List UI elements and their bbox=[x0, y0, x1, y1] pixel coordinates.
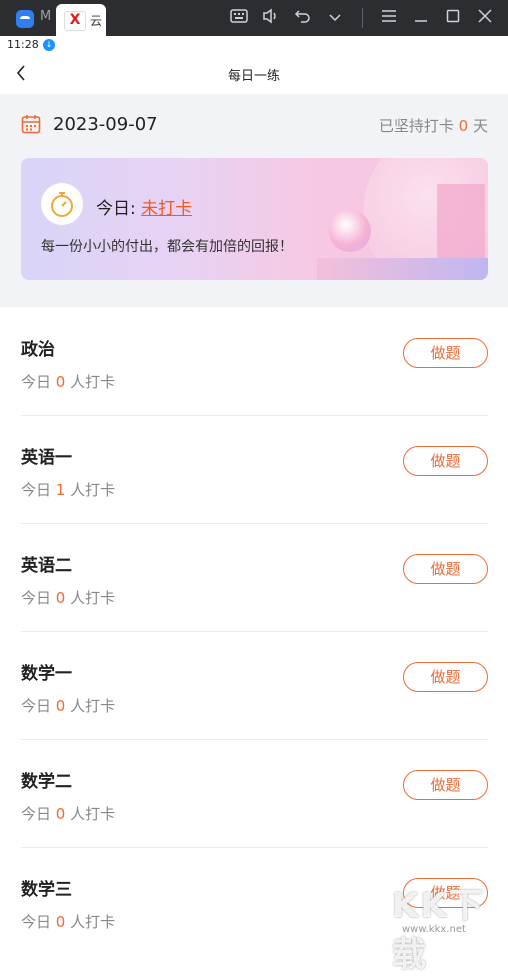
count-number: 0 bbox=[55, 697, 66, 715]
count-suffix: 人打卡 bbox=[70, 589, 116, 607]
chevron-down-icon[interactable] bbox=[324, 8, 346, 28]
emulator-toolbar: M X 云 bbox=[0, 0, 508, 36]
tab-label: M bbox=[40, 9, 52, 24]
calendar-icon bbox=[21, 114, 41, 134]
count-suffix: 人打卡 bbox=[70, 481, 116, 499]
undo-icon[interactable] bbox=[292, 8, 314, 28]
count-suffix: 人打卡 bbox=[70, 805, 116, 823]
today-label: 今日: bbox=[96, 199, 136, 219]
list-item: 政治 今日 0 人打卡 做题 bbox=[21, 307, 488, 416]
count-number: 0 bbox=[55, 805, 66, 823]
subject-name: 英语一 bbox=[21, 448, 72, 468]
current-date: 2023-09-07 bbox=[53, 114, 158, 135]
count-number: 0 bbox=[55, 589, 66, 607]
checkin-count: 今日 0 人打卡 bbox=[21, 371, 115, 392]
minimize-icon[interactable] bbox=[410, 8, 432, 28]
banner-decoration bbox=[317, 258, 488, 280]
count-suffix: 人打卡 bbox=[70, 697, 116, 715]
subject-name: 数学二 bbox=[21, 772, 72, 792]
status-time: 11:28 bbox=[7, 38, 39, 51]
count-prefix: 今日 bbox=[21, 913, 52, 931]
subject-name: 英语二 bbox=[21, 556, 72, 576]
count-prefix: 今日 bbox=[21, 589, 52, 607]
streak-counter: 已坚持打卡 0 天 bbox=[379, 115, 488, 136]
streak-suffix: 天 bbox=[472, 117, 488, 135]
nav-bar: 每日一练 bbox=[0, 54, 508, 94]
stopwatch-icon bbox=[41, 183, 83, 225]
count-number: 0 bbox=[55, 913, 66, 931]
app-logo-icon bbox=[16, 10, 34, 28]
do-exercise-button[interactable]: 做题 bbox=[403, 662, 488, 692]
status-bar: 11:28 ↓ bbox=[0, 36, 508, 54]
checkin-banner: 今日: 未打卡 每一份小小的付出，都会有加倍的回报！ bbox=[21, 158, 488, 280]
volume-icon[interactable] bbox=[260, 8, 282, 28]
count-prefix: 今日 bbox=[21, 805, 52, 823]
do-exercise-button[interactable]: 做题 bbox=[403, 338, 488, 368]
count-number: 1 bbox=[55, 481, 66, 499]
list-item: 数学二 今日 0 人打卡 做题 bbox=[21, 739, 488, 848]
count-suffix: 人打卡 bbox=[70, 913, 116, 931]
toolbar-divider bbox=[362, 8, 363, 28]
count-suffix: 人打卡 bbox=[70, 373, 116, 391]
tab-label: 云 bbox=[90, 14, 103, 28]
notification-icon: ↓ bbox=[43, 39, 55, 51]
count-prefix: 今日 bbox=[21, 697, 52, 715]
do-exercise-button[interactable]: 做题 bbox=[403, 446, 488, 476]
do-exercise-button[interactable]: 做题 bbox=[403, 554, 488, 584]
count-prefix: 今日 bbox=[21, 373, 52, 391]
banner-decoration bbox=[329, 210, 371, 252]
checkin-count: 今日 1 人打卡 bbox=[21, 479, 115, 500]
subject-name: 数学一 bbox=[21, 664, 72, 684]
checkin-count: 今日 0 人打卡 bbox=[21, 587, 115, 608]
today-status-line: 今日: 未打卡 bbox=[96, 194, 192, 219]
menu-icon[interactable] bbox=[378, 8, 400, 28]
streak-prefix: 已坚持打卡 bbox=[378, 117, 454, 135]
list-item: 英语一 今日 1 人打卡 做题 bbox=[21, 415, 488, 524]
tab-active-app[interactable]: X 云 bbox=[56, 4, 106, 36]
app-x-icon: X bbox=[64, 11, 86, 31]
close-icon[interactable] bbox=[474, 8, 496, 28]
watermark-url: www.kkx.net bbox=[402, 924, 466, 935]
subject-name: 数学三 bbox=[21, 880, 72, 900]
list-item: 英语二 今日 0 人打卡 做题 bbox=[21, 523, 488, 632]
checkin-count: 今日 0 人打卡 bbox=[21, 803, 115, 824]
do-exercise-button[interactable]: 做题 bbox=[403, 770, 488, 800]
today-status-link[interactable]: 未打卡 bbox=[141, 199, 192, 219]
watermark: KK下载 www.kkx.net bbox=[392, 872, 508, 975]
checkin-count: 今日 0 人打卡 bbox=[21, 695, 115, 716]
page-title: 每日一练 bbox=[227, 69, 280, 84]
streak-days: 0 bbox=[458, 117, 469, 135]
checkin-count: 今日 0 人打卡 bbox=[21, 911, 115, 932]
count-number: 0 bbox=[55, 373, 66, 391]
maximize-icon[interactable] bbox=[442, 8, 464, 28]
count-prefix: 今日 bbox=[21, 481, 52, 499]
motto-text: 每一份小小的付出，都会有加倍的回报！ bbox=[41, 239, 293, 255]
list-item: 数学一 今日 0 人打卡 做题 bbox=[21, 631, 488, 740]
tab-multi-instance[interactable]: M bbox=[10, 4, 54, 32]
keyboard-icon[interactable] bbox=[228, 8, 250, 28]
subject-name: 政治 bbox=[21, 340, 55, 360]
